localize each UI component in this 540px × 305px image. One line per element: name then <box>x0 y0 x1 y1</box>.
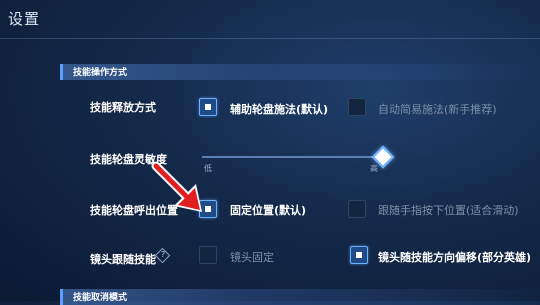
camera-offset-checkbox[interactable] <box>350 246 368 264</box>
help-glyph: ? <box>160 250 166 260</box>
wheel-position-fixed-label[interactable]: 固定位置(默认) <box>230 202 306 218</box>
camera-follow-label: 镜头跟随技能 <box>90 253 156 266</box>
section-title: 技能取消模式 <box>73 293 128 303</box>
sensitivity-slider-track[interactable] <box>202 156 382 158</box>
red-arrow-icon <box>151 161 202 212</box>
header-divider <box>0 38 540 39</box>
sensitivity-high-label: 高 <box>370 164 378 173</box>
wheel-position-follow-checkbox[interactable] <box>348 200 366 218</box>
help-diamond-icon[interactable]: ? <box>154 247 171 264</box>
wheel-position-follow-label[interactable]: 跟随手指按下位置(适合滑动) <box>378 202 519 218</box>
section-header-skill-cancel: 技能取消模式 <box>60 289 540 305</box>
release-mode-label: 技能释放方式 <box>90 101 156 114</box>
release-mode-assist-label[interactable]: 辅助轮盘施法(默认) <box>230 101 328 117</box>
camera-fixed-checkbox[interactable] <box>199 246 217 264</box>
camera-fixed-label[interactable]: 镜头固定 <box>230 249 274 265</box>
release-mode-assist-checkbox[interactable] <box>199 98 217 116</box>
section-header-skill-operation: 技能操作方式 <box>60 64 540 80</box>
section-title: 技能操作方式 <box>73 68 128 78</box>
page-title: 设置 <box>8 10 41 28</box>
camera-offset-label[interactable]: 镜头随技能方向偏移(部分英雄) <box>378 249 531 265</box>
release-mode-auto-checkbox[interactable] <box>348 98 366 116</box>
release-mode-auto-label[interactable]: 自动简易施法(新手推荐) <box>378 101 497 117</box>
